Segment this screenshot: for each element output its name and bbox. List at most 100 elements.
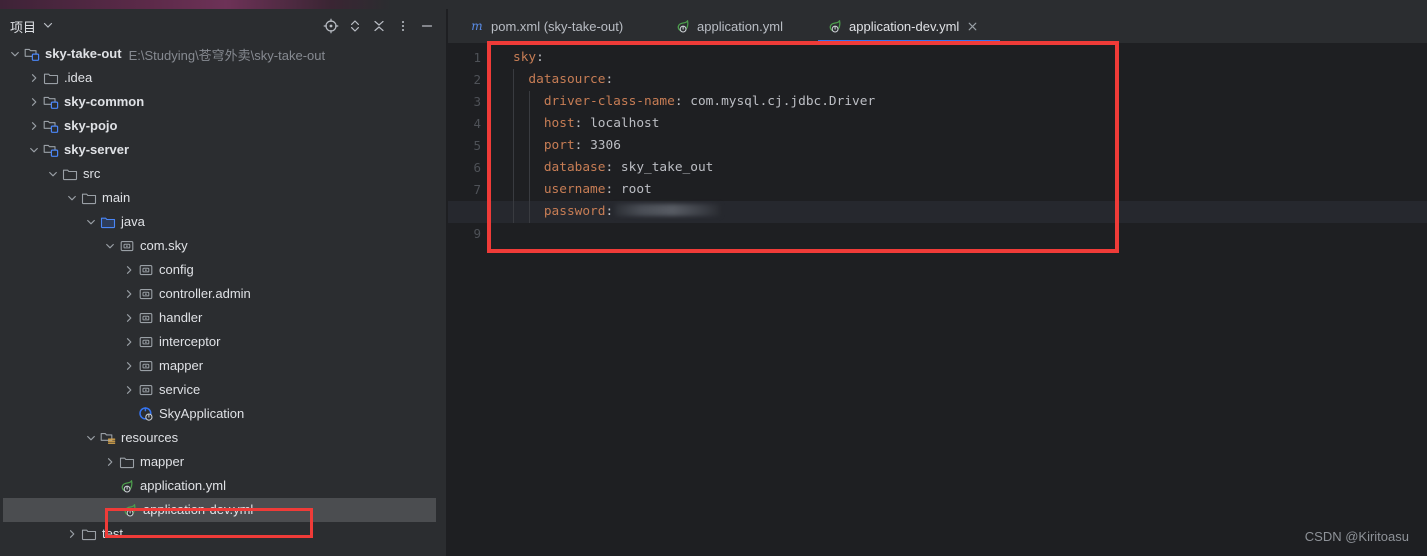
tree-item[interactable]: sky-common	[0, 90, 447, 114]
window-accent-strip	[0, 0, 1427, 9]
chevron-right-icon[interactable]	[122, 311, 136, 325]
editor-tab[interactable]: application-dev.yml	[818, 9, 987, 43]
yaml-colon: :	[574, 138, 583, 153]
tree-item-label: com.sky	[140, 238, 188, 253]
chevron-down-icon[interactable]	[42, 18, 54, 30]
project-sidebar: 项目 sky-take-out E:\Studying\苍穹外卖\sky-tak…	[0, 9, 447, 556]
folder-icon	[81, 526, 97, 542]
tree-item[interactable]: main	[0, 186, 447, 210]
editor-tab-label: pom.xml (sky-take-out)	[491, 18, 624, 34]
chevron-down-icon[interactable]	[27, 143, 41, 157]
yaml-value: localhost	[590, 116, 660, 131]
chevron-right-icon[interactable]	[122, 287, 136, 301]
chevron-right-icon[interactable]	[27, 119, 41, 133]
chevron-right-icon[interactable]	[27, 95, 41, 109]
chevron-down-icon[interactable]	[46, 167, 60, 181]
tree-item[interactable]: sky-server	[0, 138, 447, 162]
tree-item[interactable]: mapper	[0, 354, 447, 378]
spring-yaml-icon	[827, 18, 843, 34]
project-tree[interactable]: sky-take-out E:\Studying\苍穹外卖\sky-take-ou…	[0, 42, 447, 556]
code-content[interactable]: sky: datasource: driver-class-name: com.…	[448, 43, 1427, 556]
tree-item-label: mapper	[159, 358, 204, 373]
yaml-key: driver-class-name	[543, 94, 675, 109]
tree-item[interactable]: sky-pojo	[0, 114, 447, 138]
tree-item-label: sky-pojo	[64, 118, 118, 133]
chevron-down-icon[interactable]	[84, 215, 98, 229]
code-line[interactable]: database: sky_take_out	[485, 157, 1427, 179]
chevron-right-icon[interactable]	[103, 455, 117, 469]
chevron-down-icon[interactable]	[103, 239, 117, 253]
tree-item[interactable]: handler	[0, 306, 447, 330]
tree-item[interactable]: interceptor	[0, 330, 447, 354]
tree-item-label: config	[159, 262, 194, 277]
tree-item-label: resources	[121, 430, 179, 445]
code-line[interactable]: username: root	[485, 179, 1427, 201]
tree-item-label: SkyApplication	[159, 406, 245, 421]
module-folder-icon	[43, 142, 59, 158]
tree-item[interactable]: config	[0, 258, 447, 282]
folder-icon	[81, 190, 97, 206]
twisty-placeholder	[106, 503, 120, 517]
line-number: 7	[473, 182, 481, 197]
chevron-right-icon[interactable]	[65, 527, 79, 541]
code-line[interactable]: port: 3306	[485, 135, 1427, 157]
tree-item[interactable]: .idea	[0, 66, 447, 90]
module-folder-icon	[43, 94, 59, 110]
chevron-right-icon[interactable]	[27, 71, 41, 85]
tree-item[interactable]: controller.admin	[0, 282, 447, 306]
code-line[interactable]	[485, 223, 1427, 245]
tree-item[interactable]: application.yml	[0, 474, 447, 498]
more-options-icon[interactable]	[392, 15, 414, 37]
yaml-colon: :	[674, 94, 683, 109]
code-line[interactable]: driver-class-name: com.mysql.cj.jdbc.Dri…	[485, 91, 1427, 113]
tree-item[interactable]: test	[0, 522, 447, 546]
tree-item[interactable]: src	[0, 162, 447, 186]
locate-icon[interactable]	[320, 15, 342, 37]
maven-icon: m	[469, 18, 485, 34]
yaml-colon: :	[605, 204, 614, 219]
minimize-icon[interactable]	[416, 15, 438, 37]
chevron-down-icon[interactable]	[8, 47, 22, 61]
tree-item-label: src	[83, 166, 101, 181]
code-line[interactable]: sky:	[485, 47, 1427, 69]
line-number: 4	[473, 116, 481, 131]
yaml-key: host	[543, 116, 575, 131]
sidebar-header: 项目	[0, 9, 446, 42]
chevron-down-icon[interactable]	[84, 431, 98, 445]
tree-item-selected[interactable]: application-dev.yml	[3, 498, 436, 522]
code-editor[interactable]: 123456789 sky: datasource: driver-class-…	[448, 43, 1427, 556]
yaml-colon: :	[536, 50, 544, 65]
yaml-value: com.mysql.cj.jdbc.Driver	[690, 94, 876, 109]
chevron-right-icon[interactable]	[122, 359, 136, 373]
code-line[interactable]: datasource:	[485, 69, 1427, 91]
chevron-down-icon[interactable]	[65, 191, 79, 205]
tree-item[interactable]: SkyApplication	[0, 402, 447, 426]
expand-collapse-icon[interactable]	[344, 15, 366, 37]
editor-tab[interactable]: m pom.xml (sky-take-out)	[460, 9, 632, 43]
yaml-key: username	[543, 182, 606, 197]
line-number: 2	[473, 72, 481, 87]
tree-item[interactable]: java	[0, 210, 447, 234]
yaml-colon: :	[605, 182, 614, 197]
line-number: 1	[473, 50, 481, 65]
chevron-right-icon[interactable]	[122, 383, 136, 397]
yaml-value: root	[620, 182, 652, 197]
tree-item[interactable]: resources	[0, 426, 447, 450]
spring-boot-class-icon	[138, 406, 154, 422]
code-line[interactable]: password:	[485, 201, 1427, 223]
collapse-all-icon[interactable]	[368, 15, 390, 37]
yaml-colon: :	[605, 160, 614, 175]
editor-tab[interactable]: application.yml	[666, 9, 792, 43]
code-line[interactable]: host: localhost	[485, 113, 1427, 135]
close-icon[interactable]	[966, 20, 978, 32]
watermark: CSDN @Kiritoasu	[1304, 529, 1409, 544]
chevron-right-icon[interactable]	[122, 263, 136, 277]
spring-yaml-icon	[119, 478, 135, 494]
tree-item[interactable]: com.sky	[0, 234, 447, 258]
chevron-right-icon[interactable]	[122, 335, 136, 349]
tree-item[interactable]: mapper	[0, 450, 447, 474]
editor-tab-bar[interactable]: m pom.xml (sky-take-out) application.yml ap…	[448, 9, 1427, 43]
tree-item[interactable]: sky-take-out E:\Studying\苍穹外卖\sky-take-ou…	[0, 42, 447, 66]
tree-item[interactable]: service	[0, 378, 447, 402]
module-folder-icon	[24, 46, 40, 62]
